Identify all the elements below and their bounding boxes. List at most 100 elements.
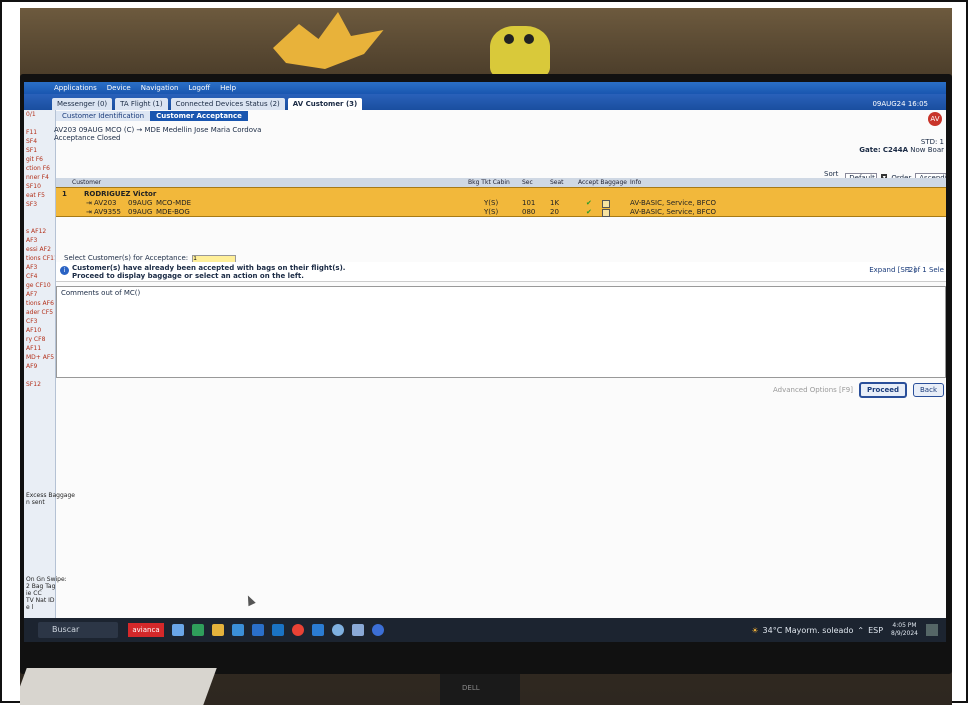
customer-name-row[interactable]: 1 RODRIGUEZ Victor bbox=[56, 189, 946, 198]
customer-row[interactable]: 1 RODRIGUEZ Victor ⇥ AV203 09AUG MCO-MDE… bbox=[56, 187, 946, 217]
segment-info: AV-BASIC, Service, BFCO bbox=[630, 208, 716, 216]
chevron-up-icon[interactable]: ⌃ bbox=[857, 626, 864, 635]
sidebar-item[interactable]: AF9 bbox=[24, 362, 55, 371]
sidebar-item[interactable]: eat F5 bbox=[24, 191, 55, 200]
sidebar-item[interactable]: SF12 bbox=[24, 380, 55, 389]
segment-row[interactable]: ⇥ AV203 09AUG MCO-MDE Y(S) 101 1K ✔ AV-B… bbox=[56, 198, 946, 208]
customer-number: 1 bbox=[62, 190, 67, 198]
col-info: Info bbox=[630, 179, 642, 186]
swipe-row: ie CC bbox=[26, 590, 42, 597]
origami-toy bbox=[273, 12, 384, 69]
sidebar-item[interactable]: tions CF11 bbox=[24, 254, 55, 263]
windows-taskbar: Buscar avianca ☀ 34°C Mayorm. soleado ⌃ … bbox=[24, 618, 946, 642]
menu-applications[interactable]: Applications bbox=[54, 84, 97, 92]
lang-label[interactable]: ESP bbox=[868, 626, 883, 635]
sidebar-item[interactable]: essi AF2 bbox=[24, 245, 55, 254]
taskbar-search[interactable]: Buscar bbox=[38, 622, 118, 638]
menu-navigation[interactable]: Navigation bbox=[141, 84, 179, 92]
segment-flight: AV9355 bbox=[94, 208, 121, 216]
sidebar-item[interactable]: tions AF6 bbox=[24, 299, 55, 308]
sidebar-item[interactable]: ader CF5 bbox=[24, 308, 55, 317]
customer-name[interactable]: RODRIGUEZ Victor bbox=[84, 190, 156, 198]
excess-baggage-label[interactable]: Excess Baggage bbox=[26, 492, 75, 499]
monitor-stand bbox=[440, 674, 520, 705]
sidebar-item[interactable]: SF10 bbox=[24, 182, 55, 191]
sidebar-item[interactable]: ction F6 bbox=[24, 164, 55, 173]
folder-icon[interactable] bbox=[212, 624, 224, 636]
sidebar-item[interactable]: s AF12 bbox=[24, 227, 55, 236]
sidebar-item[interactable] bbox=[24, 119, 55, 128]
chrome-icon[interactable] bbox=[292, 624, 304, 636]
tab-ta-flight[interactable]: TA Flight (1) bbox=[115, 98, 168, 110]
sidebar-item[interactable]: MD+ AF5 bbox=[24, 353, 55, 362]
crumb-customer-identification[interactable]: Customer Identification bbox=[56, 111, 151, 121]
menu-logoff[interactable]: Logoff bbox=[188, 84, 210, 92]
segment-row[interactable]: ⇥ AV9355 09AUG MDE-BOG Y(S) 080 20 ✔ AV-… bbox=[56, 207, 946, 217]
airline-logo: AV bbox=[928, 112, 942, 126]
std-label: STD: 1 bbox=[920, 138, 944, 146]
message-line-2: Proceed to display baggage or select an … bbox=[72, 272, 304, 280]
flight-header: AV203 09AUG MCO (C) → MDE Medellin Jose … bbox=[54, 126, 261, 142]
advanced-options-button[interactable]: Advanced Options [F9] bbox=[773, 386, 853, 394]
task-view-icon[interactable] bbox=[172, 624, 184, 636]
back-button[interactable]: Back bbox=[913, 383, 944, 397]
crumb-customer-acceptance[interactable]: Customer Acceptance bbox=[150, 111, 248, 121]
sidebar-item[interactable]: AF7 bbox=[24, 290, 55, 299]
tab-connected-devices[interactable]: Connected Devices Status (2) bbox=[170, 98, 285, 110]
sidebar-item[interactable]: git F6 bbox=[24, 155, 55, 164]
notification-icon[interactable] bbox=[926, 624, 938, 636]
mail-icon[interactable] bbox=[252, 624, 264, 636]
menu-device[interactable]: Device bbox=[107, 84, 131, 92]
sidebar-item[interactable]: SF1 bbox=[24, 146, 55, 155]
sidebar-item[interactable]: SF3 bbox=[24, 200, 55, 209]
store-icon[interactable] bbox=[232, 624, 244, 636]
menu-help[interactable]: Help bbox=[220, 84, 236, 92]
selection-count: 1 of 1 Sele bbox=[906, 266, 944, 274]
comments-panel[interactable]: Comments out of MC() bbox=[56, 286, 946, 378]
sidebar-item[interactable]: AF11 bbox=[24, 344, 55, 353]
swipe-row: 2 Bag Tag bbox=[26, 583, 56, 590]
segment-sec: 101 bbox=[522, 199, 536, 207]
app-icon[interactable] bbox=[352, 624, 364, 636]
gate-label: Gate: bbox=[859, 146, 881, 154]
flight-icon: ⇥ bbox=[86, 199, 92, 207]
sun-icon: ☀ bbox=[751, 625, 759, 635]
sidebar-item[interactable]: 0/1 bbox=[24, 110, 55, 119]
clock[interactable]: 4:05 PM 8/9/2024 bbox=[891, 622, 918, 638]
sidebar-item[interactable]: ry CF8 bbox=[24, 335, 55, 344]
swipe-row: e l bbox=[26, 604, 34, 611]
sidebar-item[interactable]: SF4 bbox=[24, 137, 55, 146]
weather-widget[interactable]: ☀ 34°C Mayorm. soleado ⌃ ESP bbox=[751, 626, 883, 635]
select-label: Select Customer(s) for Acceptance: bbox=[64, 254, 189, 262]
figurine-toy bbox=[490, 26, 550, 78]
sidebar-item[interactable]: ge CF10 bbox=[24, 281, 55, 290]
customer-grid-header: Customer Bkg Tkt Cabin Sec Seat Accept B… bbox=[56, 178, 946, 187]
gate-status: Now Boar bbox=[910, 146, 944, 154]
sidebar-item[interactable]: AF3 bbox=[24, 236, 55, 245]
taskbar-avianca-app[interactable]: avianca bbox=[128, 623, 164, 637]
tab-av-customer[interactable]: AV Customer (3) bbox=[287, 98, 363, 110]
proceed-button[interactable]: Proceed bbox=[858, 382, 907, 398]
edge-icon[interactable] bbox=[192, 624, 204, 636]
info-message: i Customer(s) have already been accepted… bbox=[56, 262, 946, 282]
sidebar-item[interactable]: F11 bbox=[24, 128, 55, 137]
flight-status: Acceptance Closed bbox=[54, 134, 121, 142]
tab-messenger[interactable]: Messenger (0) bbox=[52, 98, 113, 110]
sidebar-item[interactable]: CF3 bbox=[24, 317, 55, 326]
sidebar-item[interactable]: AF10 bbox=[24, 326, 55, 335]
outlook-icon[interactable] bbox=[312, 624, 324, 636]
action-buttons: Advanced Options [F9] Proceed Back bbox=[773, 382, 944, 398]
sidebar-item[interactable]: CF4 bbox=[24, 272, 55, 281]
gate-info: STD: 1 Gate: C244A Now Boar bbox=[859, 138, 944, 154]
app-icon[interactable] bbox=[372, 624, 384, 636]
sidebar-item[interactable]: nner F4 bbox=[24, 173, 55, 182]
app-icon[interactable] bbox=[332, 624, 344, 636]
figurine-eye bbox=[524, 34, 534, 44]
sidebar-item[interactable] bbox=[24, 218, 55, 227]
segment-seat: 1K bbox=[550, 199, 560, 207]
info-icon: i bbox=[60, 266, 69, 275]
sidebar-item[interactable] bbox=[24, 371, 55, 380]
sidebar-item[interactable] bbox=[24, 209, 55, 218]
sidebar-item[interactable]: AF3 bbox=[24, 263, 55, 272]
app-icon[interactable] bbox=[272, 624, 284, 636]
